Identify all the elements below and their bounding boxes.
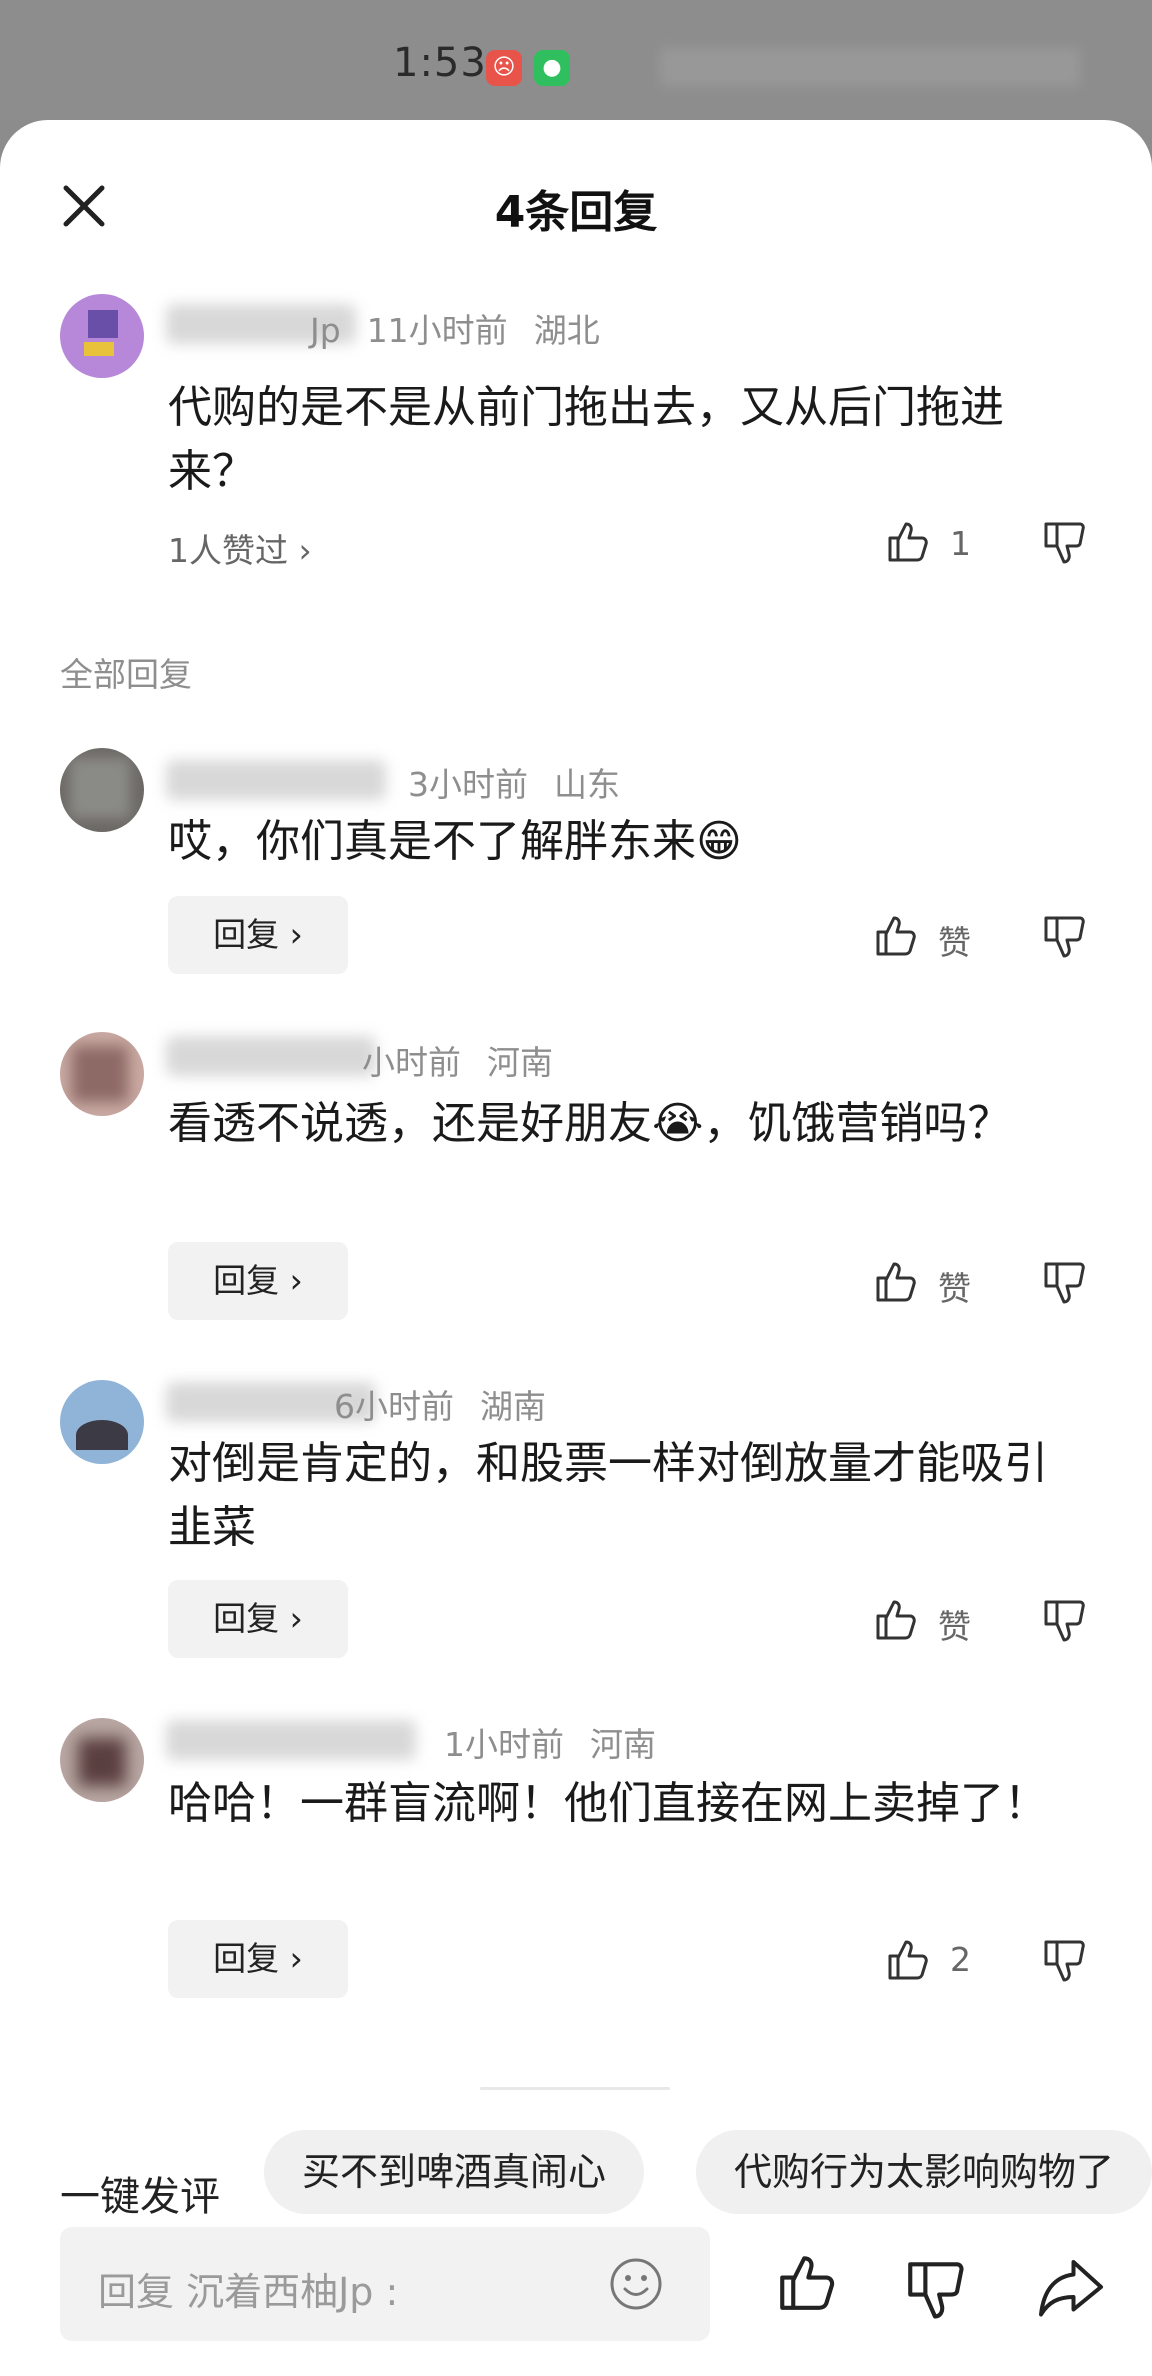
reply-time: 3小时前 [408, 765, 528, 804]
reply-time: 6小时前 [334, 1387, 454, 1426]
thumbs-up-icon[interactable] [884, 1936, 932, 1984]
replies-sheet: 4条回复 Jp 11小时前 湖北 代购的是不是从前门拖出去，又从后门拖进来？ 1人赞… [0, 120, 1152, 2376]
quick-comment-label: 一键发评 [60, 2174, 220, 2220]
reply-location: 山东 [554, 765, 620, 804]
like-count: 1 [950, 524, 971, 563]
page-title: 4条回复 [494, 187, 658, 238]
reply-text: 哈哈！一群盲流啊！他们直接在网上卖掉了！ [168, 1778, 1048, 1829]
reply-text: 对倒是肯定的，和股票一样对倒放量才能吸引韭菜 [168, 1438, 1048, 1553]
reply-meta: 1小时前 河南 [444, 1718, 656, 1766]
thumbs-up-icon[interactable] [872, 1258, 920, 1306]
thumbs-down-icon[interactable] [1040, 518, 1088, 566]
reply-time: 1小时前 [444, 1725, 564, 1764]
quick-comment-chip[interactable]: 代购行为太影响购物了 [696, 2130, 1152, 2214]
avatar[interactable] [60, 294, 144, 378]
likes-summary-link[interactable]: 1人赞过 › [168, 524, 312, 572]
username-blurred [166, 1036, 376, 1076]
reply-time: 小时前 [362, 1043, 461, 1082]
comment-time: 11小时前 [366, 311, 508, 350]
avatar[interactable] [60, 1718, 144, 1802]
avatar[interactable] [60, 1032, 144, 1116]
thumbs-down-icon[interactable] [1040, 1936, 1088, 1984]
reply-meta: 小时前 河南 [362, 1036, 553, 1084]
reply-location: 河南 [590, 1725, 656, 1764]
reply-input-placeholder: 回复 沉着西柚Jp : [98, 2270, 399, 2314]
username-suffix: Jp [310, 311, 341, 350]
like-count: 2 [950, 1940, 971, 1979]
status-bar: 1:53 ☹ ● [0, 0, 1152, 120]
reply-text: 哎，你们真是不了解胖东来😁 [168, 816, 742, 867]
list-end-divider [480, 2087, 670, 2090]
reply-location: 湖南 [480, 1387, 546, 1426]
thumbs-up-icon[interactable] [884, 518, 932, 566]
quick-comment-chip[interactable]: 买不到啤酒真闹心 [264, 2130, 645, 2214]
thumbs-up-icon[interactable] [872, 912, 920, 960]
status-time: 1:53 [393, 40, 487, 86]
thumbs-down-icon[interactable] [1040, 1258, 1088, 1306]
username-blurred [166, 760, 386, 800]
like-label: 赞 [938, 1269, 971, 1308]
avatar[interactable] [60, 1380, 144, 1464]
app-notification-icon: ☹ [486, 50, 522, 86]
emoji-icon[interactable] [608, 2256, 664, 2312]
thumbs-up-icon[interactable] [872, 1596, 920, 1644]
thumbs-down-icon[interactable] [902, 2256, 968, 2322]
reply-button[interactable]: 回复 › [168, 1920, 348, 1998]
thumbs-down-icon[interactable] [1040, 912, 1088, 960]
status-icons-blurred [660, 48, 1080, 86]
section-label: 全部回复 [60, 655, 192, 694]
reply-meta: 6小时前 湖南 [334, 1380, 546, 1428]
reply-button[interactable]: 回复 › [168, 1242, 348, 1320]
reply-meta: 3小时前 山东 [408, 758, 620, 806]
comment-meta: Jp 11小时前 湖北 [310, 304, 600, 352]
like-label: 赞 [938, 1607, 971, 1646]
like-label: 赞 [938, 923, 971, 962]
reply-button[interactable]: 回复 › [168, 1580, 348, 1658]
comment-location: 湖北 [533, 311, 600, 350]
wechat-icon: ● [534, 50, 570, 86]
reply-text: 看透不说透，还是好朋友😭，饥饿营销吗？ [168, 1098, 1012, 1149]
username-blurred [166, 1720, 416, 1760]
share-icon[interactable] [1036, 2252, 1106, 2322]
reply-location: 河南 [487, 1043, 553, 1082]
reply-button[interactable]: 回复 › [168, 896, 348, 974]
avatar[interactable] [60, 748, 144, 832]
thumbs-down-icon[interactable] [1040, 1596, 1088, 1644]
comment-text: 代购的是不是从前门拖出去，又从后门拖进来？ [168, 382, 1004, 497]
thumbs-up-icon[interactable] [774, 2250, 840, 2316]
reply-input[interactable]: 回复 沉着西柚Jp : [60, 2227, 710, 2341]
